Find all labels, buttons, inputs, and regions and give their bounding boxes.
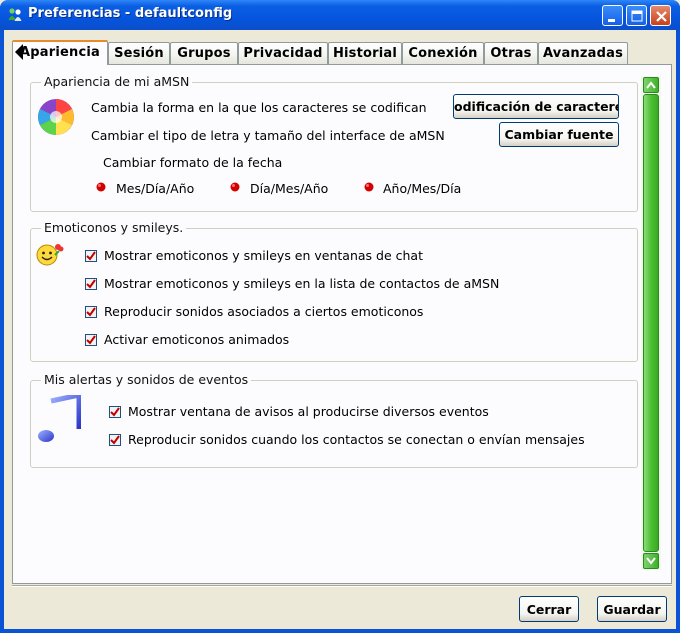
close-button[interactable] [650,5,671,26]
appearance-group: Apariencia de mi aMSN Cambia la forma en… [30,74,638,212]
tab-sesion[interactable]: Sesión [108,42,170,64]
checkbox-emoticon-sounds-label: Reproducir sonidos asociados a ciertos e… [104,304,424,319]
radio-mdy-label: Mes/Día/Año [116,181,195,196]
minimize-button[interactable] [602,5,623,26]
tab-conexion[interactable]: Conexión [402,42,484,64]
change-font-button[interactable]: Cambiar fuente [499,122,619,147]
radio-dmy-label: Día/Mes/Año [250,181,329,196]
checkbox-emoticon-sounds[interactable] [85,306,97,318]
music-note-icon [38,395,81,442]
checkbox-emoticons-chat[interactable] [85,250,97,262]
checkbox-alert-window[interactable] [109,406,121,418]
footer-separator [12,585,672,587]
radio-ymd-label: Año/Mes/Día [383,181,462,196]
radio-ymd[interactable] [363,181,375,193]
tab-scroll-left-icon[interactable] [14,43,24,61]
checkbox-animated-emoticons-label: Activar emoticonos animados [104,332,290,347]
save-button[interactable]: Guardar [597,596,667,622]
checkmark-icon [86,279,96,289]
date-format-label: Cambiar formato de la fecha [103,155,283,170]
checkbox-emoticons-chat-label: Mostrar emoticonos y smileys en ventanas… [104,248,423,263]
checkbox-contact-sounds[interactable] [109,434,121,446]
alerts-legend: Mis alertas y sonidos de eventos [41,372,252,387]
tab-historial[interactable]: Historial [328,42,402,64]
checkbox-contact-sounds-label: Reproducir sonidos cuando los contactos … [128,432,585,447]
checkbox-animated-emoticons[interactable] [85,334,97,346]
emoticons-legend: Emoticonos y smileys. [41,220,187,235]
radio-mdy[interactable] [95,181,107,193]
scroll-up-button[interactable] [643,77,659,93]
smiley-icon [36,244,64,266]
tab-grupos[interactable]: Grupos [170,42,238,64]
tab-privacidad[interactable]: Privacidad [238,42,328,64]
checkmark-icon [110,435,120,445]
font-description: Cambiar el tipo de letra y tamaño del in… [91,128,445,143]
scroll-thumb[interactable] [643,94,659,552]
appearance-legend: Apariencia de mi aMSN [41,74,193,89]
tab-apariencia[interactable]: Apariencia [12,40,108,65]
radio-dmy[interactable] [229,181,241,193]
checkbox-emoticons-contacts[interactable] [85,278,97,290]
vertical-scrollbar[interactable] [641,76,661,570]
checkmark-icon [86,335,96,345]
tab-avanzadas[interactable]: Avanzadas [538,42,628,64]
checkmark-icon [86,307,96,317]
close-icon [656,11,667,22]
alerts-group: Mis alertas y sonidos de eventos Mostrar… [30,372,638,468]
color-wheel-icon [38,99,74,135]
scroll-down-button[interactable] [643,553,659,569]
emoticons-group: Emoticonos y smileys. Mostrar emoticonos… [30,220,638,362]
arrow-down-icon [646,557,656,565]
checkmark-icon [86,251,96,261]
arrow-up-icon [646,81,656,89]
title-bar[interactable]: Preferencias - defaultconfig [0,0,680,30]
minimize-icon [608,19,615,22]
encoding-button[interactable]: odificación de caractere [453,94,619,119]
amsn-buddies-icon [8,8,22,21]
maximize-button[interactable] [626,5,647,26]
checkbox-emoticons-contacts-label: Mostrar emoticonos y smileys en la lista… [104,276,500,291]
checkmark-icon [110,407,120,417]
preferences-window: Preferencias - defaultconfig Apariencia … [0,0,680,633]
window-title: Preferencias - defaultconfig [28,6,233,21]
encoding-description: Cambia la forma en la que los caracteres… [91,100,427,115]
close-dialog-button[interactable]: Cerrar [519,596,579,622]
maximize-icon [631,10,643,22]
tab-otras[interactable]: Otras [484,42,538,64]
checkbox-alert-window-label: Mostrar ventana de avisos al producirse … [128,404,489,419]
